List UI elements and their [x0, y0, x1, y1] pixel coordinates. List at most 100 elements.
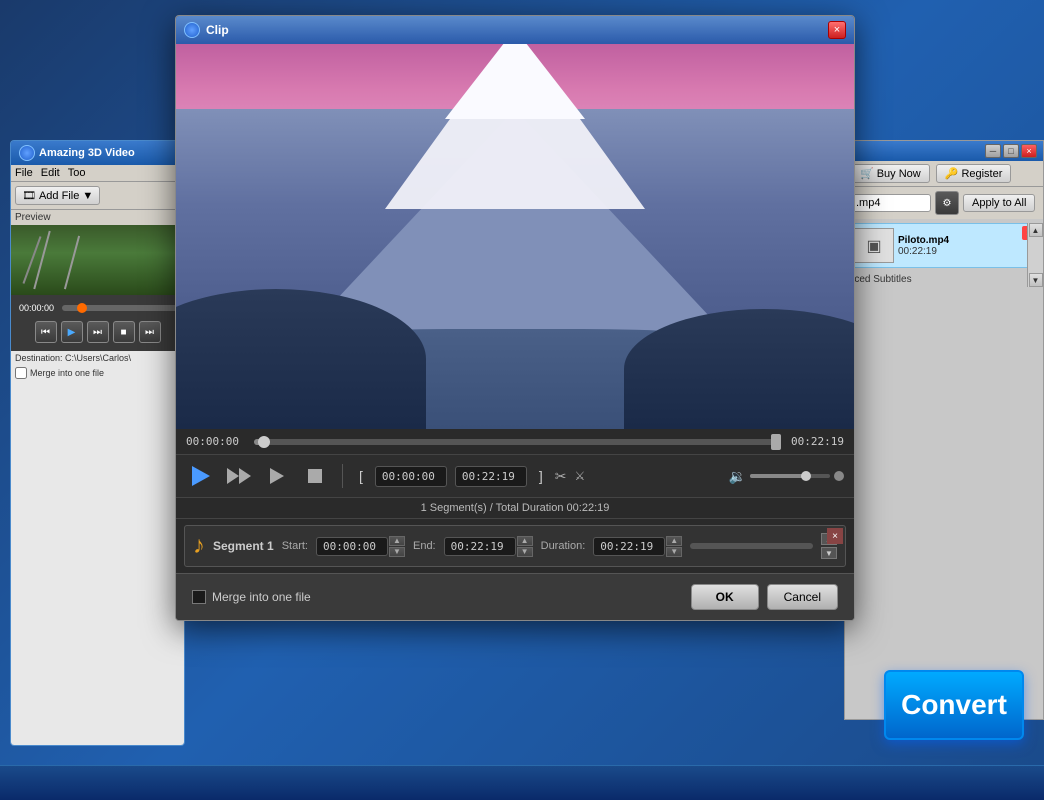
right-toolbar: 🛒 Buy Now 🔑 Register — [845, 161, 1043, 187]
controls-row: [ 00:00:00 00:22:19 ] ✂ ⚔ 🔉 — [176, 454, 854, 497]
ok-button[interactable]: OK — [691, 584, 759, 610]
preview-label: Preview — [11, 210, 184, 225]
play-button[interactable] — [186, 461, 216, 491]
bg-seekbar[interactable] — [62, 305, 180, 311]
end-spinner: ▲ ▼ — [517, 536, 533, 557]
forced-subtitles-label: rced Subtitles — [845, 272, 1043, 287]
film-icon: 🎞 — [22, 189, 36, 202]
mark-in-button[interactable]: [ — [355, 466, 367, 486]
add-file-button[interactable]: 🎞 Add File ▼ — [15, 186, 100, 205]
end-spin-up[interactable]: ▲ — [517, 536, 533, 546]
fast-forward-icon — [227, 468, 251, 484]
bg-merge-check: Merge into one file — [11, 365, 184, 381]
scrollbar[interactable]: ▲ ▼ — [1027, 223, 1043, 287]
convert-button[interactable]: Convert — [884, 670, 1024, 740]
music-note-icon: ♪ — [193, 532, 205, 560]
minimize-button[interactable]: ─ — [985, 144, 1001, 158]
seek-row: 00:00:00 00:22:19 — [186, 435, 844, 448]
bg-end-button[interactable]: ⏭ — [139, 321, 161, 343]
fast-forward-button[interactable] — [224, 461, 254, 491]
volume-track[interactable] — [750, 474, 830, 478]
scissors-icon: ⚔ — [575, 469, 586, 483]
volume-fill — [750, 474, 806, 478]
start-time-input[interactable] — [316, 537, 388, 556]
seek-time-end: 00:22:19 — [784, 435, 844, 448]
clip-start-time[interactable]: 00:00:00 — [375, 466, 447, 487]
buy-now-button[interactable]: 🛒 Buy Now — [851, 164, 930, 183]
bg-app-toolbar: 🎞 Add File ▼ — [11, 182, 184, 210]
app-logo-icon — [19, 145, 35, 161]
segment-row: ♪ Segment 1 Start: ▲ ▼ End: ▲ ▼ — [184, 525, 846, 567]
bg-destination-label: Destination: C:\Users\Carlos\ — [11, 351, 184, 365]
menu-edit[interactable]: Edit — [41, 167, 60, 179]
seek-end-thumb[interactable] — [771, 434, 781, 450]
video-preview — [176, 44, 854, 429]
apply-to-all-button[interactable]: Apply to All — [963, 194, 1035, 212]
bg-app-menubar: File Edit Too — [11, 165, 184, 182]
bg-skip-forward-button[interactable]: ⏭ — [87, 321, 109, 343]
file-info: Piloto.mp4 00:22:19 — [898, 235, 1034, 257]
seek-track[interactable] — [254, 439, 776, 445]
register-button[interactable]: 🔑 Register — [936, 164, 1012, 183]
start-spin-down[interactable]: ▼ — [389, 547, 405, 557]
end-spin-down[interactable]: ▼ — [517, 547, 533, 557]
dialog-close-button[interactable]: × — [828, 21, 846, 39]
start-spin-up[interactable]: ▲ — [389, 536, 405, 546]
close-button[interactable]: × — [1021, 144, 1037, 158]
file-name: Piloto.mp4 — [898, 235, 1034, 246]
mark-out-button[interactable]: ] — [535, 466, 547, 486]
stop-button[interactable] — [300, 461, 330, 491]
seek-time-start: 00:00:00 — [186, 435, 246, 448]
bg-current-time: 00:00:00 — [15, 301, 58, 315]
scroll-up-button[interactable]: ▲ — [1029, 223, 1043, 237]
start-input-group: ▲ ▼ — [316, 536, 405, 557]
power-line-2 — [64, 236, 80, 290]
volume-thumb[interactable] — [801, 471, 811, 481]
segment-track[interactable] — [690, 543, 813, 549]
duration-spin-up[interactable]: ▲ — [666, 536, 682, 546]
seek-thumb[interactable] — [258, 436, 270, 448]
bg-playcontrols: ⏮ ▶ ⏭ ■ ⏭ — [15, 317, 180, 347]
merge-check-row: Merge into one file — [192, 590, 311, 604]
taskbar — [0, 765, 1044, 800]
dropdown-arrow-icon: ▼ — [82, 190, 93, 202]
segment-side-controls: × ▲ ▼ — [821, 533, 837, 559]
segment-info-bar: 1 Segment(s) / Total Duration 00:22:19 — [176, 497, 854, 518]
stop-icon — [308, 469, 322, 483]
clip-end-time[interactable]: 00:22:19 — [455, 466, 527, 487]
forward-button[interactable] — [262, 461, 292, 491]
scroll-down-button[interactable]: ▼ — [1029, 273, 1043, 287]
volume-row: 🔉 — [729, 468, 844, 485]
segment-down-button[interactable]: ▼ — [821, 547, 837, 559]
dialog-title: Clip — [184, 22, 229, 38]
segment-remove-button[interactable]: × — [827, 528, 843, 544]
power-line-1 — [33, 231, 50, 289]
restore-button[interactable]: □ — [1003, 144, 1019, 158]
cart-icon: 🛒 — [860, 167, 874, 180]
add-file-label: Add File — [39, 190, 79, 202]
segments-area: ♪ Segment 1 Start: ▲ ▼ End: ▲ ▼ — [176, 518, 854, 573]
bg-skip-back-button[interactable]: ⏮ — [35, 321, 57, 343]
volume-max-indicator — [834, 471, 844, 481]
duration-spin-down[interactable]: ▼ — [666, 547, 682, 557]
duration-time-input[interactable] — [593, 537, 665, 556]
bg-stop-button[interactable]: ■ — [113, 321, 135, 343]
duration-field-label: Duration: — [541, 540, 586, 552]
preview-thumbnail — [11, 225, 184, 295]
bg-seek-thumb[interactable] — [77, 303, 87, 313]
merge-checkbox[interactable] — [192, 590, 206, 604]
menu-tools[interactable]: Too — [68, 167, 86, 179]
bg-merge-checkbox[interactable] — [15, 367, 27, 379]
cut-icon: ✂ — [555, 468, 567, 485]
right-panel-titlebar: ─ □ × — [845, 141, 1043, 161]
format-select[interactable]: .mp4 — [851, 194, 931, 212]
volume-icon: 🔉 — [729, 468, 746, 485]
bg-play-button[interactable]: ▶ — [61, 321, 83, 343]
end-time-input[interactable] — [444, 537, 516, 556]
file-thumbnail-icon: ▣ — [854, 228, 894, 263]
menu-file[interactable]: File — [15, 167, 33, 179]
cancel-button[interactable]: Cancel — [767, 584, 838, 610]
play-icon — [192, 466, 210, 486]
settings-icon-button[interactable]: ⚙ — [935, 191, 959, 215]
file-list: ▣ Piloto.mp4 00:22:19 × rced Subtitles ▲… — [845, 223, 1043, 287]
